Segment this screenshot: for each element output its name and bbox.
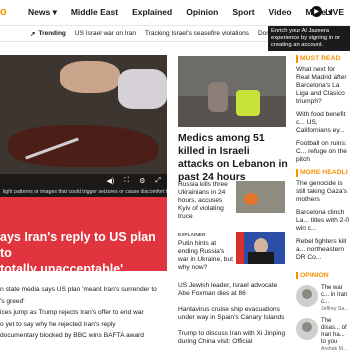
image-rubble	[178, 96, 286, 127]
nav-item-video[interactable]: Video	[269, 7, 292, 18]
expand-icon[interactable]: ⤢	[155, 177, 161, 185]
play-icon: ▶	[311, 6, 323, 17]
nav-item-explained[interactable]: Explained	[132, 7, 172, 18]
thumbnail-fire	[244, 193, 258, 205]
opinion-author: Arshak M...	[321, 346, 348, 352]
middle-link[interactable]: US Jewish leader, Israel advocate Abe Fo…	[178, 282, 290, 298]
author-avatar	[296, 285, 318, 307]
story-russia-kills[interactable]: Russia kills three Ukrainians in 24 hour…	[178, 181, 232, 221]
lebanon-headline[interactable]: Medics among 51 killed in Israeli attack…	[178, 132, 288, 184]
related-links: n state media says US plan 'meant Iran's…	[0, 286, 168, 344]
opinion-title[interactable]: The war c... in Iran c...	[321, 285, 350, 306]
must-read-item[interactable]: Football on ruins: C... refuge on the pi…	[296, 140, 350, 164]
opinion-title[interactable]: The disas... of Iran ha... to you	[321, 318, 350, 346]
volume-icon[interactable]: ◀)	[106, 177, 114, 185]
nav-item-news[interactable]: News ▾	[28, 7, 57, 18]
lebanon-story-image[interactable]	[178, 56, 286, 127]
trending-icon: ↗	[30, 30, 36, 38]
nav-item-middle-east[interactable]: Middle East	[71, 7, 118, 18]
image-person	[208, 82, 228, 112]
headline-item[interactable]: The genocide is still taking Gaza's moth…	[296, 180, 350, 204]
author-avatar	[296, 318, 318, 340]
opinion-item[interactable]: The war c... in Iran c... Jeffrey Sa...	[296, 285, 350, 312]
sign-in-tooltip: Enrich your Al Jazeera experience by sig…	[268, 26, 350, 51]
must-read-item[interactable]: What next for Real Madrid after Barcelon…	[296, 66, 350, 106]
putin-thumbnail[interactable]	[236, 232, 285, 264]
explainer-tag: EXPLAINER	[178, 233, 206, 238]
video-frame-hand	[60, 61, 120, 93]
thumbnail-flag	[236, 232, 244, 264]
more-headlines-heading: MORE HEADLI	[296, 169, 350, 177]
opinion-heading: OPINION	[296, 272, 350, 279]
main-story-card[interactable]: ays Iran's reply to US plan to totally u…	[0, 197, 167, 276]
live-label: LIVE	[325, 6, 344, 17]
headline-item[interactable]: Rebel fighters kill a... northeastern DR…	[296, 238, 350, 262]
opinion-section: OPINION The war c... in Iran c... Jeffre…	[296, 272, 350, 352]
middle-link[interactable]: Trump to discuss Iran with Xi Jinping du…	[178, 330, 290, 346]
nav-item-sport[interactable]: Sport	[232, 7, 254, 18]
video-frame-glove	[118, 69, 167, 109]
main-nav: News ▾ Middle East Explained Opinion Spo…	[28, 7, 332, 18]
seizure-warning: light patterns or images that could trig…	[0, 187, 167, 197]
site-logo[interactable]: o	[0, 6, 7, 18]
headline-item[interactable]: Barcelona clinch La... titles with 2-0 w…	[296, 209, 350, 233]
image-medic-vest	[236, 90, 260, 116]
top-navigation: o News ▾ Middle East Explained Opinion S…	[0, 0, 350, 26]
main-story-video[interactable]: ◀) ⛶ ⚙ ⤢	[0, 55, 167, 187]
settings-icon[interactable]: ⚙	[139, 177, 145, 185]
middle-link[interactable]: Hantavirus cruise ship evacuations under…	[178, 306, 290, 322]
trending-label: ↗ Trending	[30, 30, 66, 38]
opinion-author: Jeffrey Sa...	[321, 306, 349, 312]
right-column: MUST READ What next for Real Madrid afte…	[296, 55, 350, 267]
trending-item[interactable]: Tracking Israel's ceasefire violations	[145, 30, 249, 37]
video-controls: ◀) ⛶ ⚙ ⤢	[0, 174, 167, 187]
story-thumbnail[interactable]	[236, 181, 285, 213]
related-link[interactable]: 's greed'	[0, 298, 168, 306]
live-button[interactable]: ▶ LIVE	[311, 6, 344, 17]
related-link[interactable]: ices jump as Trump rejects Iran's offer …	[0, 309, 168, 317]
related-link[interactable]: n state media says US plan 'meant Iran's…	[0, 286, 168, 294]
fullscreen-icon[interactable]: ⛶	[124, 177, 129, 185]
story-putin[interactable]: Putin hints at ending Russia's war in Uk…	[178, 240, 234, 272]
related-link[interactable]: documentary blocked by BBC wins BAFTA aw…	[0, 332, 168, 340]
main-story-headline[interactable]: ays Iran's reply to US plan to totally u…	[0, 229, 167, 277]
nav-item-opinion[interactable]: Opinion	[186, 7, 218, 18]
thumbnail-suit	[248, 252, 274, 264]
trending-item[interactable]: US Israel war on Iran	[75, 30, 136, 37]
must-read-heading: MUST READ	[296, 55, 350, 63]
must-read-item[interactable]: With food benefit c... US, Californians …	[296, 111, 350, 135]
middle-links: US Jewish leader, Israel advocate Abe Fo…	[178, 282, 290, 354]
opinion-item[interactable]: The disas... of Iran ha... to you Arshak…	[296, 318, 350, 352]
video-frame-meat	[8, 125, 158, 167]
related-link[interactable]: o yet to say why he rejected Iran's repl…	[0, 321, 168, 329]
